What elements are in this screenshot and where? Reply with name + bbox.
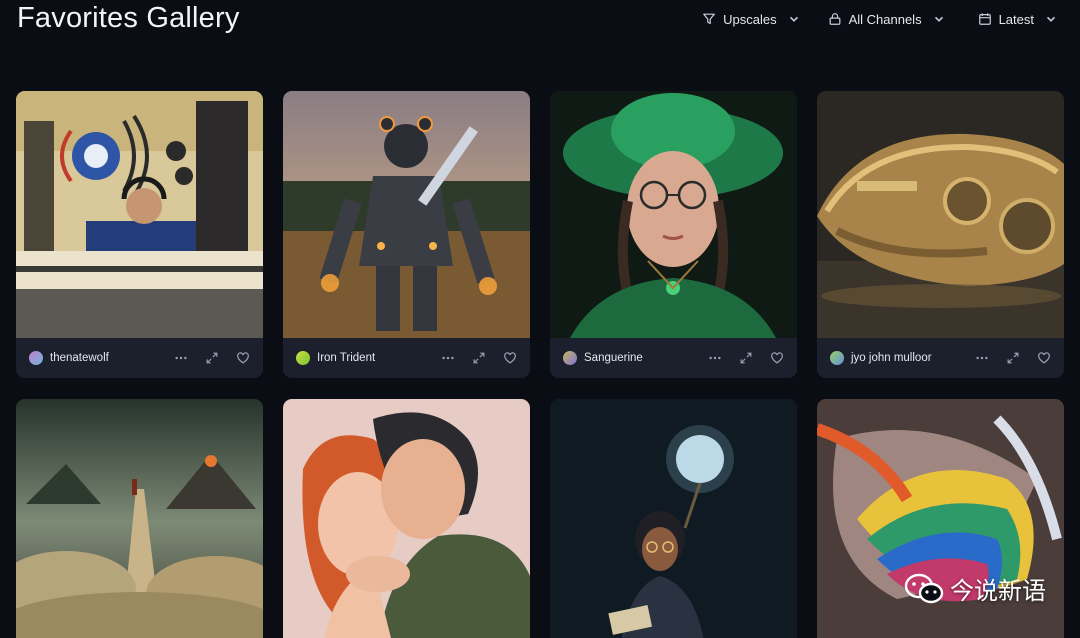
more-icon[interactable] [174, 351, 188, 365]
card-image[interactable] [817, 91, 1064, 338]
channels-filter-label: All Channels [848, 11, 922, 27]
gallery-card[interactable]: Iron Trident [283, 91, 530, 378]
sort-filter[interactable]: Latest [978, 10, 1056, 28]
avatar[interactable] [563, 351, 577, 365]
avatar[interactable] [29, 351, 43, 365]
chevron-down-icon [1046, 14, 1056, 24]
more-icon[interactable] [975, 351, 989, 365]
favorites-gallery-page: Favorites Gallery Upscales All Channels [0, 0, 1080, 638]
expand-icon[interactable] [1006, 351, 1020, 365]
watermark-text: 今说新语 [950, 578, 1046, 605]
expand-icon[interactable] [205, 351, 219, 365]
card-username[interactable]: Iron Trident [317, 352, 424, 364]
gallery-card[interactable] [550, 399, 797, 638]
card-image[interactable] [16, 91, 263, 338]
card-image[interactable] [16, 399, 263, 638]
avatar[interactable] [830, 351, 844, 365]
card-image[interactable] [550, 399, 797, 638]
card-footer: Iron Trident [283, 338, 530, 378]
page-title: Favorites Gallery [17, 2, 240, 34]
card-image[interactable] [283, 91, 530, 338]
card-image[interactable] [283, 399, 530, 638]
chevron-down-icon [934, 14, 944, 24]
upscales-filter-label: Upscales [723, 11, 777, 27]
avatar[interactable] [296, 351, 310, 365]
card-image[interactable] [550, 91, 797, 338]
chevron-down-icon [789, 14, 799, 24]
channels-filter[interactable]: All Channels [828, 10, 944, 28]
card-username[interactable]: Sanguerine [584, 352, 691, 364]
watermark: 今说新语 [904, 571, 1046, 606]
card-footer: thenatewolf [16, 338, 263, 378]
gallery-card[interactable]: Sanguerine [550, 91, 797, 378]
sort-filter-label: Latest [998, 11, 1034, 27]
lock-icon [828, 12, 842, 26]
wechat-icon [904, 573, 944, 603]
heart-icon[interactable] [236, 351, 250, 365]
card-footer: jyo john mulloor [817, 338, 1064, 378]
gallery-card[interactable]: thenatewolf [16, 91, 263, 378]
gallery-card[interactable]: jyo john mulloor [817, 91, 1064, 378]
card-username[interactable]: thenatewolf [50, 352, 157, 364]
upscales-filter[interactable]: Upscales [702, 10, 798, 28]
calendar-icon [978, 12, 992, 26]
card-username[interactable]: jyo john mulloor [851, 352, 958, 364]
filter-icon [702, 12, 716, 26]
heart-icon[interactable] [770, 351, 784, 365]
heart-icon[interactable] [1037, 351, 1051, 365]
expand-icon[interactable] [472, 351, 486, 365]
filter-bar: Upscales All Channels Latest [702, 10, 1056, 28]
gallery-card[interactable] [16, 399, 263, 638]
expand-icon[interactable] [739, 351, 753, 365]
gallery-card[interactable] [283, 399, 530, 638]
card-footer: Sanguerine [550, 338, 797, 378]
more-icon[interactable] [441, 351, 455, 365]
heart-icon[interactable] [503, 351, 517, 365]
more-icon[interactable] [708, 351, 722, 365]
